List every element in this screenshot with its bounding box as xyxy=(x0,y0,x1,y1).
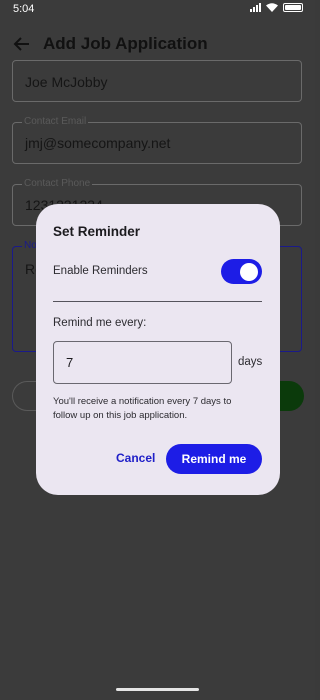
status-icons xyxy=(250,3,303,12)
wifi-icon xyxy=(266,3,278,12)
status-bar: 5:04 xyxy=(0,0,315,20)
remind-every-label: Remind me every: xyxy=(53,317,147,329)
dialog-title: Set Reminder xyxy=(53,224,141,239)
app-bar: Add Job Application xyxy=(0,28,315,60)
divider xyxy=(53,301,262,302)
email-field[interactable]: Contact Email jmj@somecompany.net xyxy=(12,116,302,164)
reminder-dialog: Set Reminder Enable Reminders Remind me … xyxy=(36,204,280,495)
email-label: Contact Email xyxy=(22,116,89,127)
status-time: 5:04 xyxy=(13,3,35,15)
arrow-left-icon[interactable] xyxy=(12,34,32,54)
email-value: jmj@somecompany.net xyxy=(25,135,171,151)
battery-icon xyxy=(283,3,303,12)
enable-reminders-toggle[interactable] xyxy=(221,259,262,284)
name-value: Joe McJobby xyxy=(25,74,108,90)
screen: 5:04 Add Job Application Joe McJobby Con… xyxy=(0,0,315,700)
signal-icon xyxy=(250,3,261,12)
info-text: You'll receive a notification every 7 da… xyxy=(53,396,232,421)
phone-label: Contact Phone xyxy=(22,178,93,189)
remind-me-button[interactable]: Remind me xyxy=(166,444,262,474)
enable-reminders-label: Enable Reminders xyxy=(53,265,148,277)
page-title: Add Job Application xyxy=(43,34,208,53)
home-indicator[interactable] xyxy=(116,688,199,691)
days-label: days xyxy=(238,356,263,368)
toggle-knob xyxy=(240,262,258,281)
name-field[interactable]: Joe McJobby xyxy=(12,60,302,102)
cancel-button[interactable]: Cancel xyxy=(116,451,155,465)
interval-input[interactable] xyxy=(53,341,232,384)
